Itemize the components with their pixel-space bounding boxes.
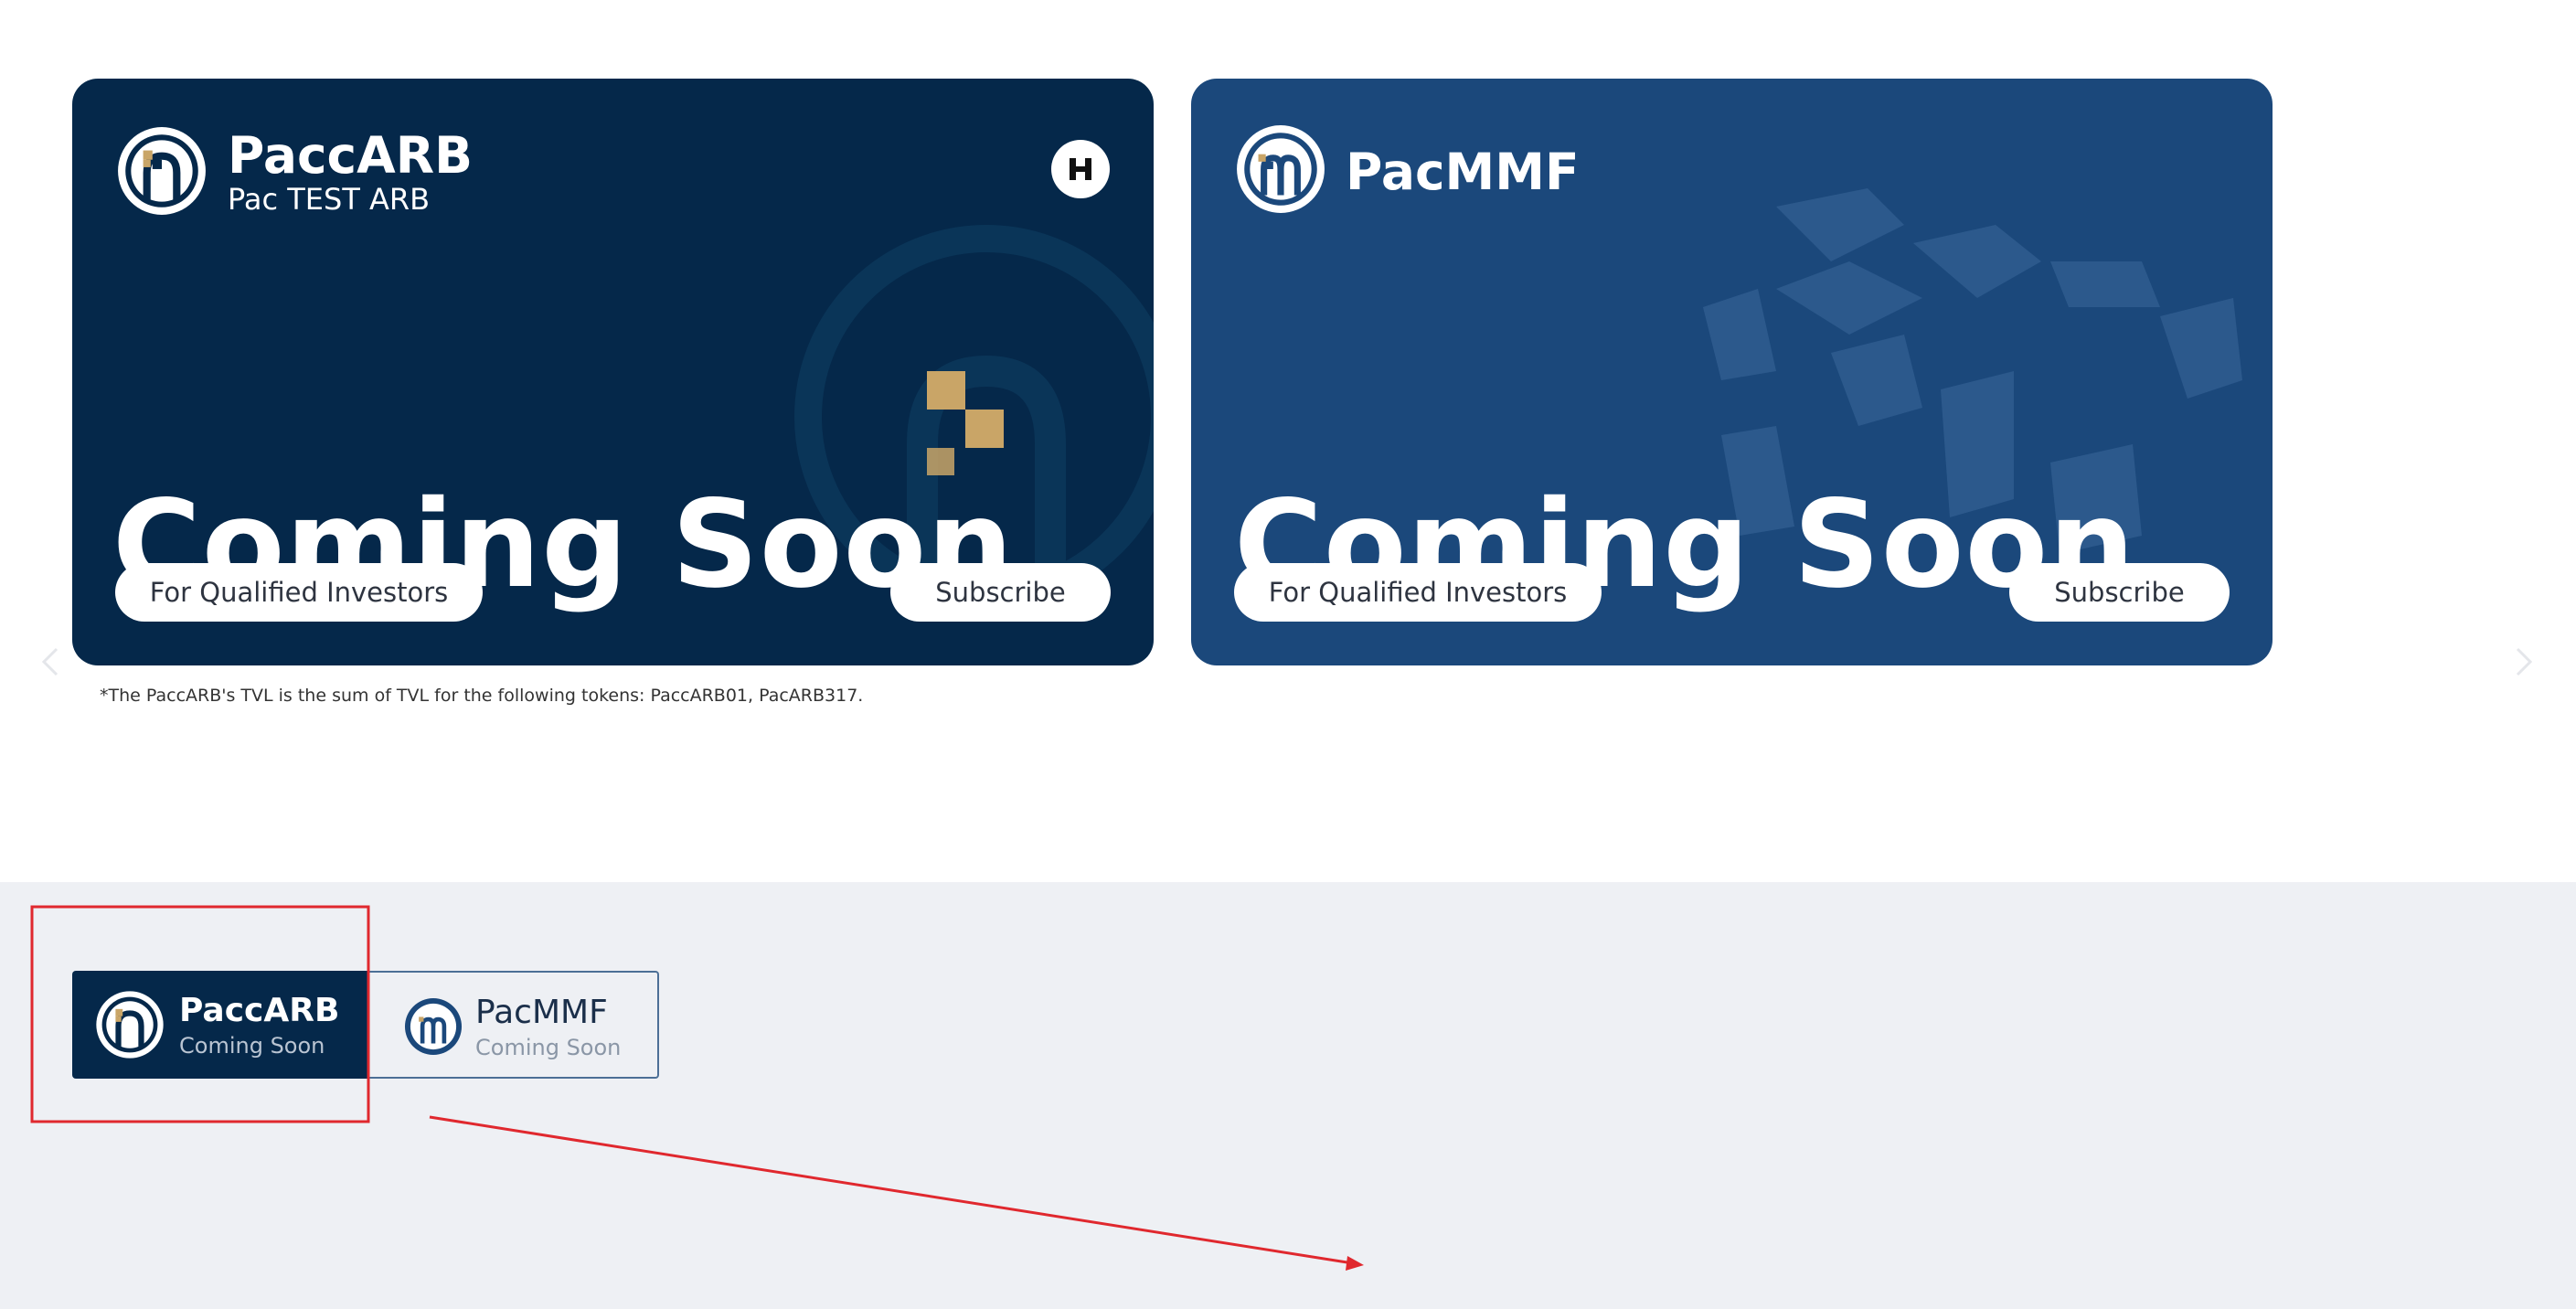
- subscribe-button[interactable]: Subscribe: [890, 563, 1111, 622]
- subscribe-button[interactable]: Subscribe: [2009, 563, 2230, 622]
- chevron-left-icon[interactable]: [40, 645, 60, 678]
- tab-status: Coming Soon: [475, 1035, 622, 1060]
- paccarb-card[interactable]: PaccARB Pac TEST ARB Coming Soon For Qua…: [72, 79, 1154, 665]
- tvl-footnote: *The PaccARB's TVL is the sum of TVL for…: [100, 686, 864, 706]
- tab-pacmmf[interactable]: PacMMF Coming Soon: [368, 971, 659, 1079]
- card-title: PacMMF: [1346, 143, 1580, 201]
- hashkey-h-icon: [1051, 140, 1110, 198]
- qualified-investors-badge: For Qualified Investors: [1234, 563, 1602, 622]
- card-title: PaccARB: [228, 126, 473, 185]
- pacmmf-logo-icon: [1237, 125, 1325, 213]
- pacmmf-logo-icon: [404, 997, 463, 1056]
- product-tabs-section: [0, 882, 2576, 1309]
- paccarb-logo-icon: [96, 991, 164, 1059]
- chevron-right-icon[interactable]: [2514, 645, 2534, 678]
- tab-paccarb[interactable]: PaccARB Coming Soon: [72, 971, 368, 1079]
- tab-title: PaccARB: [179, 992, 340, 1029]
- qualified-investors-badge: For Qualified Investors: [115, 563, 483, 622]
- paccarb-logo-icon: [118, 127, 206, 215]
- pacmmf-card[interactable]: PacMMF Coming Soon For Qualified Investo…: [1191, 79, 2273, 665]
- tab-title: PacMMF: [475, 994, 608, 1031]
- tab-status: Coming Soon: [179, 1033, 325, 1059]
- card-subtitle: Pac TEST ARB: [228, 182, 431, 217]
